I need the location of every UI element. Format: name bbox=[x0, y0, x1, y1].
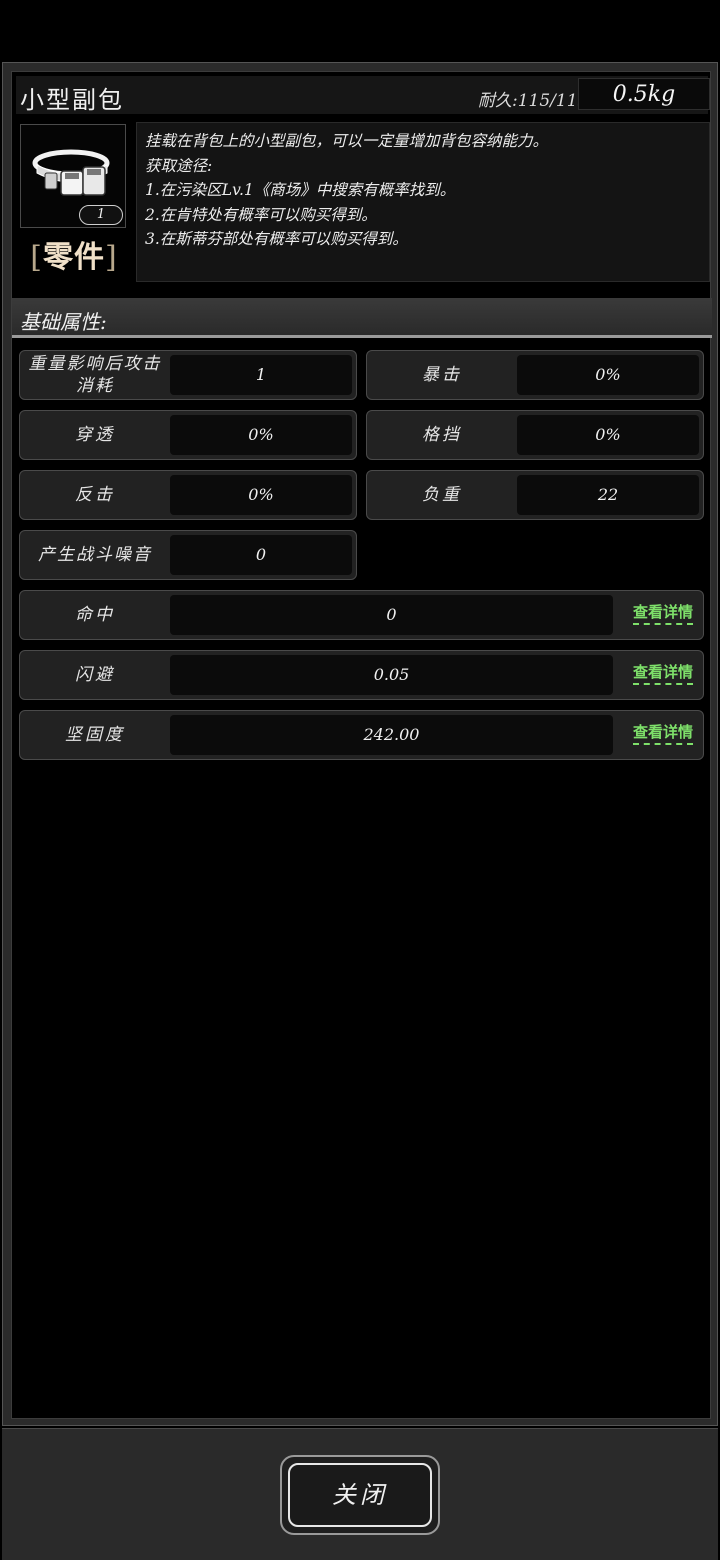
basic-attributes-header: 基础属性: bbox=[12, 298, 712, 338]
stat-label: 穿透 bbox=[75, 425, 115, 445]
stat-block: 格挡 0% bbox=[366, 410, 704, 460]
description-line: 3.在斯蒂芬部处有概率可以购买得到。 bbox=[145, 230, 408, 248]
stat-value: 1 bbox=[170, 355, 352, 395]
weight-value: 0.5kg bbox=[578, 78, 710, 110]
stat-value: 0% bbox=[170, 415, 352, 455]
stat-label: 闪避 bbox=[75, 665, 115, 685]
view-details-button[interactable]: 查看详情 bbox=[632, 661, 693, 685]
description-line: 1.在污染区Lv.1《商场》中搜索有概率找到。 bbox=[145, 181, 456, 199]
stat-label: 暴击 bbox=[422, 365, 462, 385]
stat-label: 格挡 bbox=[422, 425, 462, 445]
close-button[interactable]: 关闭 bbox=[280, 1455, 440, 1535]
category-text: 零件 bbox=[43, 240, 105, 275]
view-details-button[interactable]: 查看详情 bbox=[632, 601, 693, 625]
stat-accuracy: 命中 0 查看详情 bbox=[19, 590, 704, 640]
stat-value: 0.05 bbox=[170, 655, 613, 695]
stat-value: 242.00 bbox=[170, 715, 613, 755]
view-details-button[interactable]: 查看详情 bbox=[632, 721, 693, 745]
section-title: 基础属性: bbox=[20, 310, 107, 334]
description-line: 2.在肯特处有概率可以购买得到。 bbox=[145, 205, 377, 224]
stat-load: 负重 22 bbox=[366, 470, 704, 520]
stat-weight-attack-cost: 重量影响后攻击消耗 1 bbox=[19, 350, 357, 400]
bottom-bar: 关闭 bbox=[2, 1428, 718, 1560]
stat-durability: 坚固度 242.00 查看详情 bbox=[19, 710, 704, 760]
stat-label: 命中 bbox=[75, 605, 115, 625]
stat-counter: 反击 0% bbox=[19, 470, 357, 520]
stat-value: 0 bbox=[170, 535, 352, 575]
quantity-badge: 1 bbox=[79, 205, 123, 225]
description-line: 获取途径: bbox=[145, 156, 213, 175]
stat-label: 重量影响后攻击消耗 bbox=[28, 354, 162, 396]
stat-label: 反击 bbox=[75, 485, 115, 505]
stat-value: 22 bbox=[517, 475, 699, 515]
stat-dodge: 闪避 0.05 查看详情 bbox=[19, 650, 704, 700]
stat-label: 产生战斗噪音 bbox=[38, 545, 152, 565]
stat-critical: 暴击 0% bbox=[366, 350, 704, 400]
item-description: 挂载在背包上的小型副包，可以一定量增加背包容纳能力。 获取途径: 1.在污染区L… bbox=[136, 122, 710, 282]
close-button-label: 关闭 bbox=[288, 1463, 432, 1527]
stat-value: 0% bbox=[517, 415, 699, 455]
item-name: 小型副包 bbox=[20, 86, 124, 114]
item-header: 小型副包 耐久:115/115 0.5kg bbox=[16, 76, 710, 114]
stat-value: 0 bbox=[170, 595, 613, 635]
category-bracket-open: [ bbox=[30, 240, 43, 275]
stat-battle-noise: 产生战斗噪音 0 bbox=[19, 530, 357, 580]
category-bracket-close: ] bbox=[105, 240, 118, 275]
item-icon-frame: 1 bbox=[20, 124, 126, 228]
stat-label: 负重 bbox=[422, 485, 462, 505]
panel-content: 小型副包 耐久:115/115 0.5kg 1 [零件] 挂载在背包上的小型副包… bbox=[11, 71, 712, 1419]
stat-label: 坚固度 bbox=[65, 725, 125, 745]
item-detail-panel: 小型副包 耐久:115/115 0.5kg 1 [零件] 挂载在背包上的小型副包… bbox=[2, 62, 718, 1426]
stat-value: 0% bbox=[517, 355, 699, 395]
description-line: 挂载在背包上的小型副包，可以一定量增加背包容纳能力。 bbox=[145, 132, 549, 150]
stat-penetration: 穿透 0% bbox=[19, 410, 357, 460]
durability-text: 耐久:115/115 bbox=[478, 91, 589, 111]
category-label: [零件] bbox=[18, 232, 130, 276]
stat-value: 0% bbox=[170, 475, 352, 515]
